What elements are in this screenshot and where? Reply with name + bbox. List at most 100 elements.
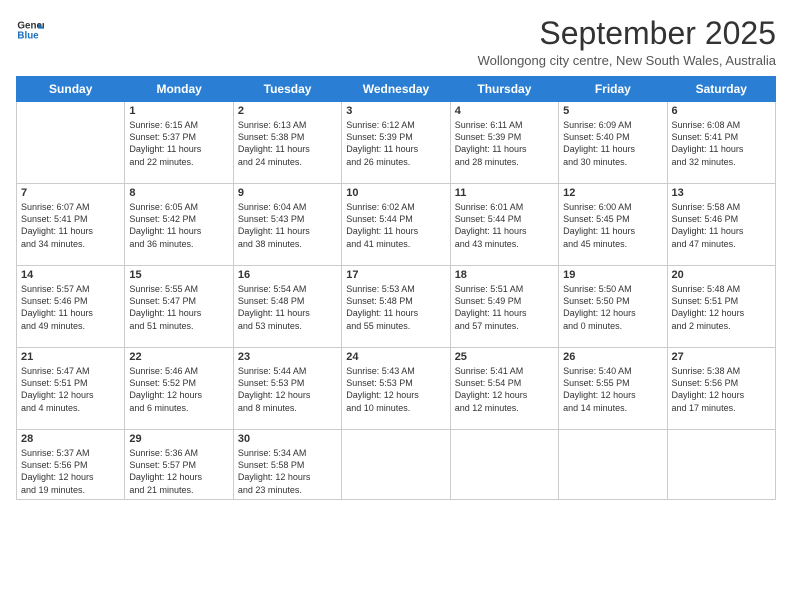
cell-content: Sunrise: 5:54 AM Sunset: 5:48 PM Dayligh…	[238, 283, 337, 332]
cell-content: Sunrise: 6:05 AM Sunset: 5:42 PM Dayligh…	[129, 201, 228, 250]
day-number: 29	[129, 433, 228, 445]
cell-content: Sunrise: 6:12 AM Sunset: 5:39 PM Dayligh…	[346, 119, 445, 168]
calendar-cell: 3Sunrise: 6:12 AM Sunset: 5:39 PM Daylig…	[342, 102, 450, 184]
calendar-cell: 30 Sunrise: 5:34 AM Sunset: 5:58 PM Dayli…	[233, 430, 341, 500]
calendar-cell	[342, 430, 450, 500]
calendar-cell: 8Sunrise: 6:05 AM Sunset: 5:42 PM Daylig…	[125, 184, 233, 266]
logo: General Blue	[16, 16, 46, 44]
cell-content: Sunrise: 6:00 AM Sunset: 5:45 PM Dayligh…	[563, 201, 662, 250]
day-number: 18	[455, 269, 554, 281]
day-number: 24	[346, 351, 445, 363]
day-header-tuesday: Tuesday	[233, 77, 341, 102]
calendar-cell: 11 Sunrise: 6:01 AM Sunset: 5:44 PM Dayli…	[450, 184, 558, 266]
day-number: 23	[238, 351, 337, 363]
calendar-cell: 9 Sunrise: 6:04 AM Sunset: 5:43 PM Daylig…	[233, 184, 341, 266]
calendar-cell: 17Sunrise: 5:53 AM Sunset: 5:48 PM Dayli…	[342, 266, 450, 348]
day-number: 28	[21, 433, 120, 445]
day-number: 2	[238, 105, 337, 117]
page: General Blue September 2025 Wollongong c…	[0, 0, 792, 612]
day-number: 26	[563, 351, 662, 363]
cell-content: Sunrise: 6:02 AM Sunset: 5:44 PM Dayligh…	[346, 201, 445, 250]
calendar-cell: 15Sunrise: 5:55 AM Sunset: 5:47 PM Dayli…	[125, 266, 233, 348]
calendar-cell: 20 Sunrise: 5:48 AM Sunset: 5:51 PM Dayli…	[667, 266, 775, 348]
calendar-cell: 18 Sunrise: 5:51 AM Sunset: 5:49 PM Dayli…	[450, 266, 558, 348]
month-title: September 2025	[478, 16, 776, 51]
day-header-wednesday: Wednesday	[342, 77, 450, 102]
day-number: 7	[21, 187, 120, 199]
calendar-cell: 27 Sunrise: 5:38 AM Sunset: 5:56 PM Dayli…	[667, 348, 775, 430]
calendar-cell: 25 Sunrise: 5:41 AM Sunset: 5:54 PM Dayli…	[450, 348, 558, 430]
day-number: 27	[672, 351, 771, 363]
calendar-cell: 7 Sunrise: 6:07 AM Sunset: 5:41 PM Daylig…	[17, 184, 125, 266]
day-number: 19	[563, 269, 662, 281]
calendar-cell	[559, 430, 667, 500]
cell-content: Sunrise: 6:01 AM Sunset: 5:44 PM Dayligh…	[455, 201, 554, 250]
cell-content: Sunrise: 6:09 AM Sunset: 5:40 PM Dayligh…	[563, 119, 662, 168]
cell-content: Sunrise: 6:08 AM Sunset: 5:41 PM Dayligh…	[672, 119, 771, 168]
calendar-cell: 28 Sunrise: 5:37 AM Sunset: 5:56 PM Dayli…	[17, 430, 125, 500]
cell-content: Sunrise: 5:36 AM Sunset: 5:57 PM Dayligh…	[129, 447, 228, 496]
day-number: 12	[563, 187, 662, 199]
cell-content: Sunrise: 5:44 AM Sunset: 5:53 PM Dayligh…	[238, 365, 337, 414]
day-header-thursday: Thursday	[450, 77, 558, 102]
calendar-cell	[17, 102, 125, 184]
day-number: 22	[129, 351, 228, 363]
day-number: 6	[672, 105, 771, 117]
calendar-cell	[667, 430, 775, 500]
calendar-cell: 1 Sunrise: 6:15 AM Sunset: 5:37 PM Daylig…	[125, 102, 233, 184]
calendar-cell: 24 Sunrise: 5:43 AM Sunset: 5:53 PM Dayli…	[342, 348, 450, 430]
subtitle: Wollongong city centre, New South Wales,…	[478, 53, 776, 68]
day-number: 1	[129, 105, 228, 117]
cell-content: Sunrise: 6:15 AM Sunset: 5:37 PM Dayligh…	[129, 119, 228, 168]
day-number: 25	[455, 351, 554, 363]
cell-content: Sunrise: 5:58 AM Sunset: 5:46 PM Dayligh…	[672, 201, 771, 250]
cell-content: Sunrise: 5:41 AM Sunset: 5:54 PM Dayligh…	[455, 365, 554, 414]
calendar-cell: 16 Sunrise: 5:54 AM Sunset: 5:48 PM Dayli…	[233, 266, 341, 348]
calendar-cell: 19Sunrise: 5:50 AM Sunset: 5:50 PM Dayli…	[559, 266, 667, 348]
calendar-cell: 12 Sunrise: 6:00 AM Sunset: 5:45 PM Dayli…	[559, 184, 667, 266]
day-number: 9	[238, 187, 337, 199]
calendar-cell: 23 Sunrise: 5:44 AM Sunset: 5:53 PM Dayli…	[233, 348, 341, 430]
cell-content: Sunrise: 5:38 AM Sunset: 5:56 PM Dayligh…	[672, 365, 771, 414]
day-number: 20	[672, 269, 771, 281]
cell-content: Sunrise: 5:57 AM Sunset: 5:46 PM Dayligh…	[21, 283, 120, 332]
cell-content: Sunrise: 5:43 AM Sunset: 5:53 PM Dayligh…	[346, 365, 445, 414]
cell-content: Sunrise: 5:40 AM Sunset: 5:55 PM Dayligh…	[563, 365, 662, 414]
calendar-table: SundayMondayTuesdayWednesdayThursdayFrid…	[16, 76, 776, 500]
cell-content: Sunrise: 6:11 AM Sunset: 5:39 PM Dayligh…	[455, 119, 554, 168]
calendar-cell: 26 Sunrise: 5:40 AM Sunset: 5:55 PM Dayli…	[559, 348, 667, 430]
day-number: 30	[238, 433, 337, 445]
calendar-cell: 10 Sunrise: 6:02 AM Sunset: 5:44 PM Dayli…	[342, 184, 450, 266]
day-number: 11	[455, 187, 554, 199]
calendar-cell: 6 Sunrise: 6:08 AM Sunset: 5:41 PM Daylig…	[667, 102, 775, 184]
day-header-saturday: Saturday	[667, 77, 775, 102]
day-number: 10	[346, 187, 445, 199]
cell-content: Sunrise: 5:51 AM Sunset: 5:49 PM Dayligh…	[455, 283, 554, 332]
cell-content: Sunrise: 5:37 AM Sunset: 5:56 PM Dayligh…	[21, 447, 120, 496]
day-number: 4	[455, 105, 554, 117]
day-header-friday: Friday	[559, 77, 667, 102]
day-number: 15	[129, 269, 228, 281]
calendar-cell	[450, 430, 558, 500]
cell-content: Sunrise: 5:48 AM Sunset: 5:51 PM Dayligh…	[672, 283, 771, 332]
calendar-cell: 13Sunrise: 5:58 AM Sunset: 5:46 PM Dayli…	[667, 184, 775, 266]
cell-content: Sunrise: 5:34 AM Sunset: 5:58 PM Dayligh…	[238, 447, 337, 496]
header: General Blue September 2025 Wollongong c…	[16, 16, 776, 68]
calendar-cell: 5Sunrise: 6:09 AM Sunset: 5:40 PM Daylig…	[559, 102, 667, 184]
cell-content: Sunrise: 6:07 AM Sunset: 5:41 PM Dayligh…	[21, 201, 120, 250]
day-number: 21	[21, 351, 120, 363]
day-header-sunday: Sunday	[17, 77, 125, 102]
cell-content: Sunrise: 6:13 AM Sunset: 5:38 PM Dayligh…	[238, 119, 337, 168]
cell-content: Sunrise: 5:47 AM Sunset: 5:51 PM Dayligh…	[21, 365, 120, 414]
calendar-cell: 4 Sunrise: 6:11 AM Sunset: 5:39 PM Daylig…	[450, 102, 558, 184]
calendar-cell: 21 Sunrise: 5:47 AM Sunset: 5:51 PM Dayli…	[17, 348, 125, 430]
day-number: 16	[238, 269, 337, 281]
day-number: 14	[21, 269, 120, 281]
day-header-monday: Monday	[125, 77, 233, 102]
title-section: September 2025 Wollongong city centre, N…	[478, 16, 776, 68]
cell-content: Sunrise: 6:04 AM Sunset: 5:43 PM Dayligh…	[238, 201, 337, 250]
calendar-cell: 14 Sunrise: 5:57 AM Sunset: 5:46 PM Dayli…	[17, 266, 125, 348]
calendar-cell: 29 Sunrise: 5:36 AM Sunset: 5:57 PM Dayli…	[125, 430, 233, 500]
logo-icon: General Blue	[16, 16, 44, 44]
calendar-cell: 2 Sunrise: 6:13 AM Sunset: 5:38 PM Daylig…	[233, 102, 341, 184]
